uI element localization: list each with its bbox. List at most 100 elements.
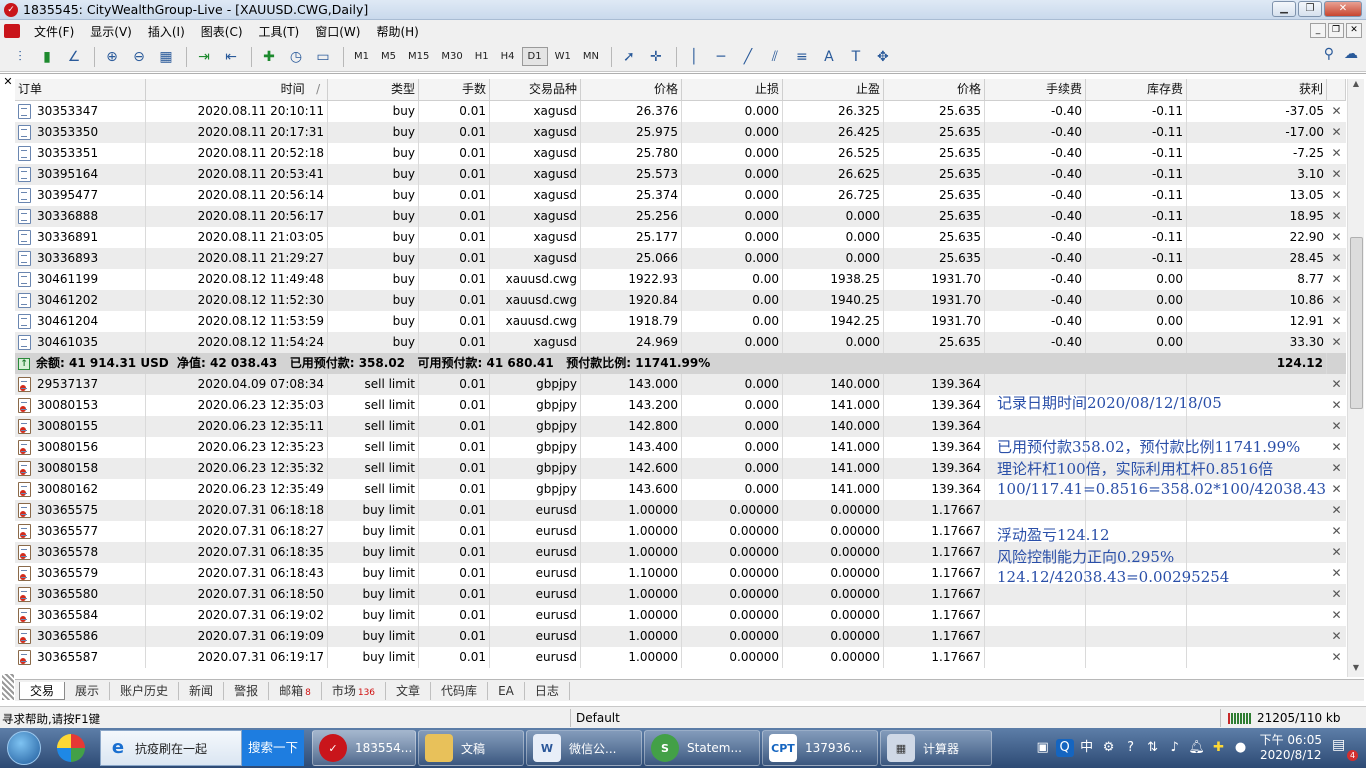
help-icon[interactable]: ? <box>1122 739 1140 757</box>
close-order-icon[interactable]: ✕ <box>1327 101 1346 122</box>
close-order-icon[interactable]: ✕ <box>1327 437 1346 458</box>
open-order-row[interactable]: 30461204 2020.08.12 11:53:59 buy 0.01 xauusd… <box>15 311 1346 332</box>
templates-icon[interactable]: ▭ <box>311 46 335 68</box>
taskbar-item[interactable]: CPT 137936... <box>762 730 878 766</box>
header-sl[interactable]: 止损 <box>682 79 783 100</box>
timeframe-h1[interactable]: H1 <box>470 48 494 65</box>
taskbar-item[interactable]: ▦ 计算器 <box>880 730 992 766</box>
open-order-row[interactable]: 30336893 2020.08.11 21:29:27 buy 0.01 xagusd… <box>15 248 1346 269</box>
metatrader-app-icon[interactable]: ✓ <box>4 2 18 17</box>
close-order-icon[interactable]: ✕ <box>1327 143 1346 164</box>
chart-shift-icon[interactable]: ⇥ <box>192 46 216 68</box>
open-order-row[interactable]: 30336888 2020.08.11 20:56:17 buy 0.01 xagusd… <box>15 206 1346 227</box>
close-order-icon[interactable]: ✕ <box>1327 164 1346 185</box>
close-window-button[interactable]: ✕ <box>1324 1 1362 17</box>
search-icon[interactable]: ⚲ <box>1324 46 1334 62</box>
close-order-icon[interactable]: ✕ <box>1327 374 1346 395</box>
close-order-icon[interactable]: ✕ <box>1327 542 1346 563</box>
text-icon[interactable]: A <box>817 46 841 68</box>
clock[interactable]: 下午 06:05 2020/8/12 <box>1260 733 1322 763</box>
text-label-icon[interactable]: T <box>844 46 868 68</box>
header-profit[interactable]: 获利 <box>1187 79 1327 100</box>
open-order-row[interactable]: 30461199 2020.08.12 11:49:48 buy 0.01 xauusd… <box>15 269 1346 290</box>
open-order-row[interactable]: 30395164 2020.08.11 20:53:41 buy 0.01 xagusd… <box>15 164 1346 185</box>
chart-doc-icon[interactable] <box>4 24 20 38</box>
taskbar-item[interactable]: 文稿 <box>418 730 524 766</box>
search-button[interactable]: 搜索一下 <box>242 730 304 766</box>
header-order[interactable]: 订单 <box>15 79 146 100</box>
scroll-up-icon[interactable]: ▲ <box>1348 79 1364 93</box>
tile-windows-icon[interactable]: ▦ <box>154 46 178 68</box>
zoom-out-icon[interactable]: ⊖ <box>127 46 151 68</box>
tab-6[interactable]: 市场 136 <box>322 681 387 700</box>
menu-help[interactable]: 帮助(H) <box>368 23 426 40</box>
crosshair-icon[interactable]: ✛ <box>644 46 668 68</box>
close-panel-icon[interactable]: ✕ <box>2 76 14 88</box>
start-button[interactable] <box>0 728 48 768</box>
close-order-icon[interactable]: ✕ <box>1327 227 1346 248</box>
timeframe-d1[interactable]: D1 <box>521 47 548 66</box>
close-order-icon[interactable]: ✕ <box>1327 563 1346 584</box>
menu-insert[interactable]: 插入(I) <box>140 23 193 40</box>
taskbar-item[interactable]: ✓ 183554... <box>312 730 416 766</box>
browser-search-box[interactable]: e 抗疫刷在一起 <box>100 730 242 766</box>
tab-2[interactable]: 账户历史 <box>110 681 180 700</box>
timeframe-m1[interactable]: M1 <box>349 48 374 65</box>
tab-1[interactable]: 展示 <box>65 681 111 700</box>
line-chart-icon[interactable]: ∠ <box>62 46 86 68</box>
close-order-icon[interactable]: ✕ <box>1327 185 1346 206</box>
close-order-icon[interactable]: ✕ <box>1327 626 1346 647</box>
close-order-icon[interactable]: ✕ <box>1327 521 1346 542</box>
open-order-row[interactable]: 30353350 2020.08.11 20:17:31 buy 0.01 xagusd… <box>15 122 1346 143</box>
timeframe-m30[interactable]: M30 <box>436 48 467 65</box>
pending-order-row[interactable]: 30365575 2020.07.31 06:18:18 buy limit 0.01… <box>15 500 1346 521</box>
action-center-icon[interactable]: ▤ 4 <box>1332 737 1358 761</box>
open-order-row[interactable]: 30461202 2020.08.12 11:52:30 buy 0.01 xauusd… <box>15 290 1346 311</box>
menu-window[interactable]: 窗口(W) <box>307 23 368 40</box>
indicators-icon[interactable]: ✚ <box>257 46 281 68</box>
vertical-scrollbar[interactable]: ▲ ▼ <box>1347 79 1364 677</box>
pending-order-row[interactable]: 30365577 2020.07.31 06:18:27 buy limit 0.01… <box>15 521 1346 542</box>
pending-order-row[interactable]: 30365584 2020.07.31 06:19:02 buy limit 0.01… <box>15 605 1346 626</box>
close-order-icon[interactable]: ✕ <box>1327 311 1346 332</box>
mdi-minimize-button[interactable]: _ <box>1310 23 1326 38</box>
volume-icon[interactable]: ♪ <box>1166 739 1184 757</box>
close-order-icon[interactable]: ✕ <box>1327 122 1346 143</box>
close-order-icon[interactable]: ✕ <box>1327 458 1346 479</box>
menu-view[interactable]: 显示(V) <box>82 23 140 40</box>
scroll-thumb[interactable] <box>1350 237 1363 409</box>
header-price[interactable]: 价格 <box>581 79 682 100</box>
timeframe-mn[interactable]: MN <box>578 48 604 65</box>
tray-plus-icon[interactable]: ✚ <box>1210 739 1228 757</box>
notification-bell-icon[interactable]: 🔔︎ <box>1188 739 1206 757</box>
pending-order-row[interactable]: 30365580 2020.07.31 06:18:50 buy limit 0.01… <box>15 584 1346 605</box>
bar-chart-icon[interactable]: ⫶ <box>8 46 32 68</box>
taskbar-item[interactable]: W 微信公... <box>526 730 642 766</box>
timeframe-h4[interactable]: H4 <box>496 48 520 65</box>
scroll-down-icon[interactable]: ▼ <box>1348 663 1364 677</box>
close-order-icon[interactable]: ✕ <box>1327 206 1346 227</box>
tray-settings-icon[interactable]: ⚙ <box>1100 739 1118 757</box>
close-order-icon[interactable]: ✕ <box>1327 647 1346 668</box>
header-commission[interactable]: 手续费 <box>985 79 1086 100</box>
qq-penguin-icon[interactable]: ● <box>1232 739 1250 757</box>
tab-7[interactable]: 文章 <box>386 681 432 700</box>
header-lots[interactable]: 手数 <box>419 79 490 100</box>
pending-order-row[interactable]: 30080155 2020.06.23 12:35:11 sell limit 0.0… <box>15 416 1346 437</box>
candlestick-icon[interactable]: ▮ <box>35 46 59 68</box>
close-order-icon[interactable]: ✕ <box>1327 479 1346 500</box>
quick-launch-360-icon[interactable] <box>48 729 94 767</box>
taskbar-item[interactable]: S Statem... <box>644 730 760 766</box>
menu-charts[interactable]: 图表(C) <box>193 23 251 40</box>
input-language[interactable]: 中 <box>1078 739 1096 757</box>
minimize-button[interactable]: ▁ <box>1272 1 1296 17</box>
mdi-restore-button[interactable]: ❐ <box>1328 23 1344 38</box>
close-order-icon[interactable]: ✕ <box>1327 605 1346 626</box>
open-order-row[interactable]: 30461035 2020.08.12 11:54:24 buy 0.01 xagusd… <box>15 332 1346 353</box>
tab-9[interactable]: EA <box>488 681 525 700</box>
cursor-icon[interactable]: ➚ <box>617 46 641 68</box>
tray-app-icon[interactable]: ▣ <box>1034 739 1052 757</box>
close-order-icon[interactable]: ✕ <box>1327 500 1346 521</box>
network-icon[interactable]: ⇅ <box>1144 739 1162 757</box>
close-order-icon[interactable]: ✕ <box>1327 584 1346 605</box>
